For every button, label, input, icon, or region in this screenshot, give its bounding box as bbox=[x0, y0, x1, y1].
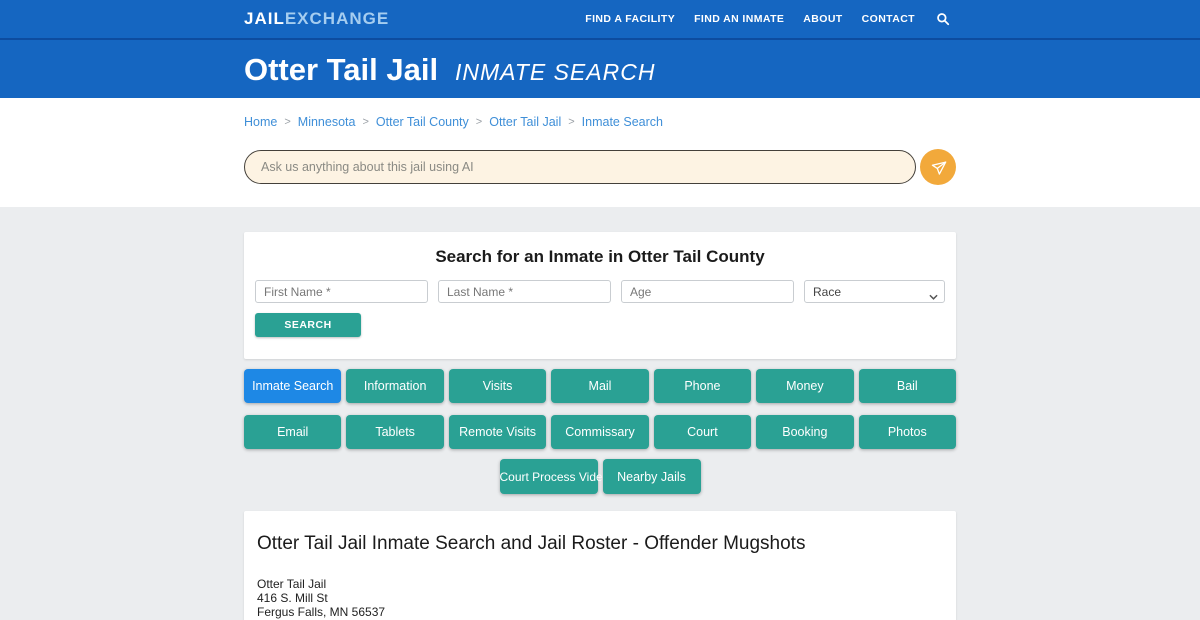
search-card-title: Search for an Inmate in Otter Tail Count… bbox=[255, 247, 945, 267]
tab-commissary[interactable]: Commissary bbox=[551, 415, 648, 449]
search-button[interactable]: SEARCH bbox=[255, 313, 361, 337]
content-heading: Otter Tail Jail Inmate Search and Jail R… bbox=[257, 533, 943, 555]
race-select-wrap: Race bbox=[804, 280, 945, 303]
nav-find-an-inmate[interactable]: FIND AN INMATE bbox=[694, 13, 784, 25]
breadcrumb: Home > Minnesota > Otter Tail County > O… bbox=[244, 98, 956, 129]
breadcrumb-otter-tail-jail[interactable]: Otter Tail Jail bbox=[489, 115, 561, 129]
tab-booking[interactable]: Booking bbox=[756, 415, 853, 449]
age-input[interactable] bbox=[621, 280, 794, 303]
section-button-row-extra: Court Process Video Nearby Jails bbox=[244, 459, 956, 494]
tab-money[interactable]: Money bbox=[756, 369, 853, 403]
chevron-right-icon: > bbox=[568, 116, 574, 128]
race-select[interactable]: Race bbox=[805, 281, 944, 302]
chevron-right-icon: > bbox=[362, 116, 368, 128]
top-navigation: FIND A FACILITY FIND AN INMATE ABOUT CON… bbox=[585, 12, 950, 26]
inmate-search-card: Search for an Inmate in Otter Tail Count… bbox=[244, 232, 956, 359]
section-button-grid: Inmate Search Information Visits Mail Ph… bbox=[244, 369, 956, 449]
logo-jail: JAIL bbox=[244, 9, 285, 28]
breadcrumb-otter-tail-county[interactable]: Otter Tail County bbox=[376, 115, 469, 129]
page-title: Otter Tail Jail bbox=[244, 52, 438, 87]
address-line: Otter Tail Jail bbox=[257, 577, 943, 591]
breadcrumb-minnesota[interactable]: Minnesota bbox=[298, 115, 356, 129]
nav-contact[interactable]: CONTACT bbox=[862, 13, 915, 25]
tab-nearby-jails[interactable]: Nearby Jails bbox=[603, 459, 701, 494]
breadcrumb-home[interactable]: Home bbox=[244, 115, 277, 129]
site-logo[interactable]: JAILEXCHANGE bbox=[244, 9, 389, 29]
tab-inmate-search[interactable]: Inmate Search bbox=[244, 369, 341, 403]
tab-information[interactable]: Information bbox=[346, 369, 443, 403]
tab-tablets[interactable]: Tablets bbox=[346, 415, 443, 449]
chevron-right-icon: > bbox=[476, 116, 482, 128]
address-line: Fergus Falls, MN 56537 bbox=[257, 605, 943, 619]
main-content: Search for an Inmate in Otter Tail Count… bbox=[0, 207, 1200, 620]
first-name-input[interactable] bbox=[255, 280, 428, 303]
tab-mail[interactable]: Mail bbox=[551, 369, 648, 403]
last-name-input[interactable] bbox=[438, 280, 611, 303]
tab-visits[interactable]: Visits bbox=[449, 369, 546, 403]
tab-phone[interactable]: Phone bbox=[654, 369, 751, 403]
tab-photos[interactable]: Photos bbox=[859, 415, 956, 449]
jail-address: Otter Tail Jail 416 S. Mill St Fergus Fa… bbox=[257, 577, 943, 620]
jail-info-card: Otter Tail Jail Inmate Search and Jail R… bbox=[244, 511, 956, 620]
address-line: 416 S. Mill St bbox=[257, 591, 943, 605]
top-nav-bar: JAILEXCHANGE FIND A FACILITY FIND AN INM… bbox=[0, 0, 1200, 40]
search-fields-row: Race bbox=[255, 280, 945, 303]
tab-remote-visits[interactable]: Remote Visits bbox=[449, 415, 546, 449]
page-banner: Otter Tail Jail INMATE SEARCH bbox=[0, 40, 1200, 98]
ai-question-input[interactable] bbox=[244, 150, 916, 184]
logo-exchange: EXCHANGE bbox=[285, 9, 389, 28]
tab-bail[interactable]: Bail bbox=[859, 369, 956, 403]
ai-search-bar bbox=[244, 149, 956, 185]
tab-court-process-video[interactable]: Court Process Video bbox=[500, 459, 598, 494]
search-icon[interactable] bbox=[936, 12, 950, 26]
breadcrumb-inmate-search[interactable]: Inmate Search bbox=[582, 115, 663, 129]
chevron-right-icon: > bbox=[284, 116, 290, 128]
paper-plane-icon bbox=[928, 157, 947, 176]
tab-court[interactable]: Court bbox=[654, 415, 751, 449]
ai-send-button[interactable] bbox=[920, 149, 956, 185]
nav-about[interactable]: ABOUT bbox=[803, 13, 842, 25]
breadcrumb-search-section: Home > Minnesota > Otter Tail County > O… bbox=[0, 98, 1200, 207]
page-subtitle: INMATE SEARCH bbox=[455, 59, 655, 85]
tab-email[interactable]: Email bbox=[244, 415, 341, 449]
nav-find-a-facility[interactable]: FIND A FACILITY bbox=[585, 13, 675, 25]
